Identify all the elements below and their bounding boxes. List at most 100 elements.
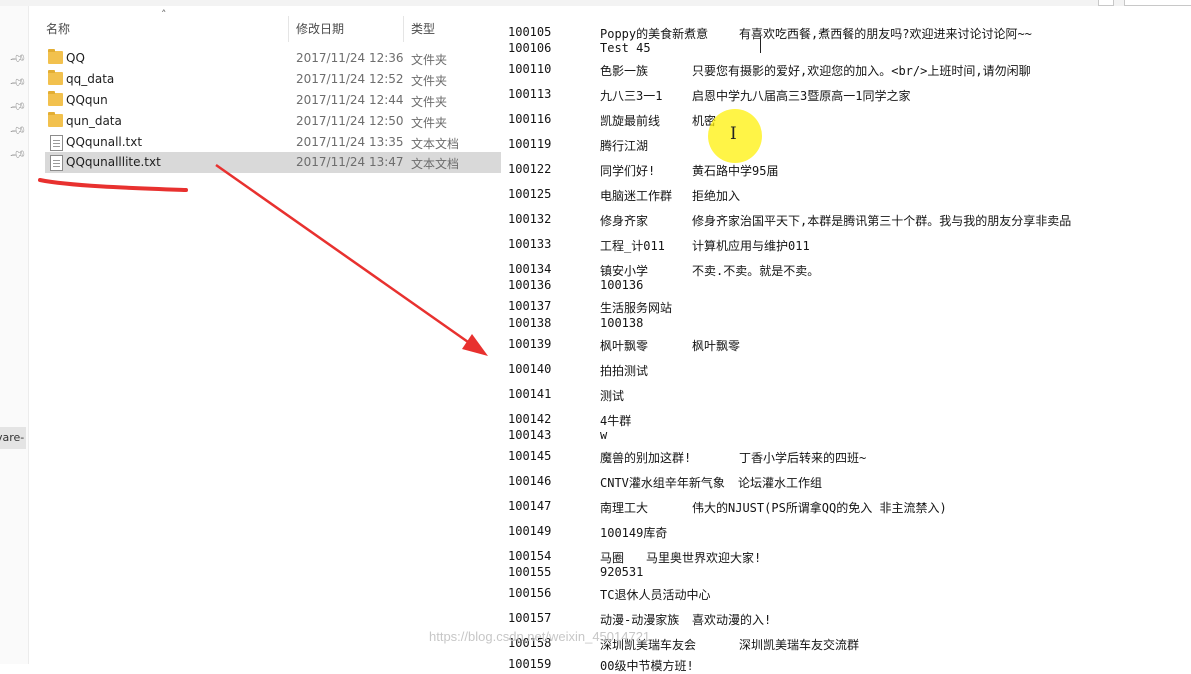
file-row[interactable]: QQqunall.txt 2017/11/24 13:35 文本文档 (45, 132, 501, 153)
line-group-name: 镇安小学 (600, 264, 649, 278)
line-group-name: 工程_计011 (600, 239, 665, 253)
folder-icon (48, 112, 63, 127)
file-name: QQ (66, 51, 85, 65)
line-group-name: 腾行江湖 (600, 139, 649, 153)
line-id: 100155 (508, 565, 552, 579)
line-id: 100156 (508, 586, 552, 600)
line-id: 100145 (508, 449, 552, 463)
line-description: 修身齐家治国平天下,本群是腾讯第三十个群。我与我的朋友分享非卖品 (692, 214, 1072, 228)
navigation-pane: 📌︎ 📌︎ 📌︎ 📌︎ 📌︎ vare- (0, 6, 29, 664)
column-divider[interactable] (288, 16, 289, 42)
line-group-name: 100136 (600, 278, 644, 292)
line-id: 100159 (508, 657, 552, 671)
line-group-name: 100138 (600, 316, 644, 330)
line-group-name: Test 45 (600, 41, 651, 55)
file-date: 2017/11/24 12:44 (296, 93, 404, 107)
file-name: QQqunall.txt (66, 135, 143, 149)
file-type: 文件夹 (411, 53, 448, 67)
line-group-name: Poppy的美食新煮意 (600, 27, 709, 41)
line-description: 喜欢动漫的入! (692, 613, 772, 627)
line-group-name: 电脑迷工作群 (600, 189, 673, 203)
line-group-name: TC退休人员活动中心 (600, 588, 711, 602)
line-id: 100116 (508, 112, 552, 126)
file-explorer: ˄ 名称 修改日期 类型 QQ 2017/11/24 12:36 文件夹 qq_dat… (29, 6, 501, 664)
line-group-name: 100149库奇 (600, 526, 668, 540)
line-group-name: 生活服务网站 (600, 301, 673, 315)
line-id: 100125 (508, 187, 552, 201)
nav-item-label[interactable]: vare- (0, 427, 26, 449)
text-file-icon (48, 135, 63, 151)
line-group-name: 南理工大 (600, 501, 649, 515)
text-document-view[interactable]: 100105 Poppy的美食新煮意 有喜欢吃西餐,煮西餐的朋友吗?欢迎进来讨论讨论… (501, 6, 1191, 673)
column-divider[interactable] (403, 16, 404, 42)
line-description: 启恩中学九八届高三3暨原高一1同学之家 (692, 89, 911, 103)
line-group-name: 拍拍测试 (600, 364, 649, 378)
line-description: 不卖.不卖。就是不卖。 (692, 264, 820, 278)
line-group-name: 枫叶飘零 (600, 339, 649, 353)
line-id: 100119 (508, 137, 552, 151)
line-description: 拒绝加入 (692, 189, 741, 203)
line-description: 论坛灌水工作组 (738, 476, 823, 490)
text-caret (760, 36, 761, 53)
line-id: 100105 (508, 25, 552, 39)
line-id: 100132 (508, 212, 552, 226)
pin-icon[interactable]: 📌︎ (9, 73, 28, 92)
file-date: 2017/11/24 12:50 (296, 114, 404, 128)
line-description: 黄石路中学95届 (692, 164, 779, 178)
line-id: 100147 (508, 499, 552, 513)
line-id: 100146 (508, 474, 552, 488)
line-id: 100140 (508, 362, 552, 376)
watermark-text: https://blog.csdn.net/weixin_45014721 (429, 629, 651, 644)
file-name: qun_data (66, 114, 122, 128)
line-id: 100141 (508, 387, 552, 401)
line-description: 伟大的NJUST(PS所谓拿QQ的免入 非主流禁入) (692, 501, 947, 515)
line-id: 100138 (508, 316, 552, 330)
pin-icon[interactable]: 📌︎ (9, 121, 28, 140)
column-header-name[interactable]: 名称 (46, 20, 70, 37)
line-description: 计算机应用与维护011 (692, 239, 810, 253)
file-row[interactable]: QQ 2017/11/24 12:36 文件夹 (45, 48, 501, 69)
line-id: 100122 (508, 162, 552, 176)
pin-icon[interactable]: 📌︎ (9, 145, 28, 164)
line-group-name: 同学们好! (600, 164, 656, 178)
i-beam-cursor-icon: I (730, 124, 737, 144)
file-row[interactable]: qun_data 2017/11/24 12:50 文件夹 (45, 111, 501, 132)
line-group-name: 4牛群 (600, 414, 632, 428)
text-file-icon (48, 155, 63, 171)
line-id: 100113 (508, 87, 552, 101)
line-group-name: 动漫-动漫家族 (600, 613, 680, 627)
line-group-name: 色影一族 (600, 64, 649, 78)
line-group-name: CNTV灌水组辛年新气象 (600, 476, 725, 490)
file-name: qq_data (66, 72, 115, 86)
line-id: 100154 (508, 549, 552, 563)
column-header-type[interactable]: 类型 (411, 20, 435, 37)
file-date: 2017/11/24 12:36 (296, 51, 404, 65)
line-description: 只要您有摄影的爱好,欢迎您的加入。<br/>上班时间,请勿闲聊 (692, 64, 1031, 78)
line-id: 100149 (508, 524, 552, 538)
line-group-name: w (600, 428, 608, 442)
file-type: 文件夹 (411, 116, 448, 130)
line-id: 100157 (508, 611, 552, 625)
line-group-name: 马圈 (600, 551, 625, 565)
line-id: 100143 (508, 428, 552, 442)
pin-icon[interactable]: 📌︎ (9, 97, 28, 116)
line-group-name: 测试 (600, 389, 625, 403)
pin-icon[interactable]: 📌︎ (9, 49, 28, 68)
line-description: 有喜欢吃西餐,煮西餐的朋友吗?欢迎进来讨论讨论阿~~ (739, 27, 1032, 41)
line-description: 丁香小学后转来的四班~ (739, 451, 867, 465)
line-description: 马里奥世界欢迎大家! (646, 551, 762, 565)
line-id: 100133 (508, 237, 552, 251)
file-type: 文本文档 (411, 157, 460, 171)
file-row[interactable]: QQqun 2017/11/24 12:44 文件夹 (45, 90, 501, 111)
line-group-name: 修身齐家 (600, 214, 649, 228)
file-date: 2017/11/24 12:52 (296, 72, 404, 86)
file-date: 2017/11/24 13:47 (296, 155, 404, 169)
sort-ascending-icon: ˄ (161, 8, 167, 21)
file-row[interactable]: qq_data 2017/11/24 12:52 文件夹 (45, 69, 501, 90)
file-row[interactable]: QQqunalllite.txt 2017/11/24 13:47 文本文档 (45, 152, 501, 173)
line-group-name: 九八三3一1 (600, 89, 663, 103)
file-name: QQqun (66, 93, 108, 107)
column-header-date[interactable]: 修改日期 (296, 20, 344, 37)
line-id: 100142 (508, 412, 552, 426)
line-group-name: 魔兽的别加这群! (600, 451, 692, 465)
